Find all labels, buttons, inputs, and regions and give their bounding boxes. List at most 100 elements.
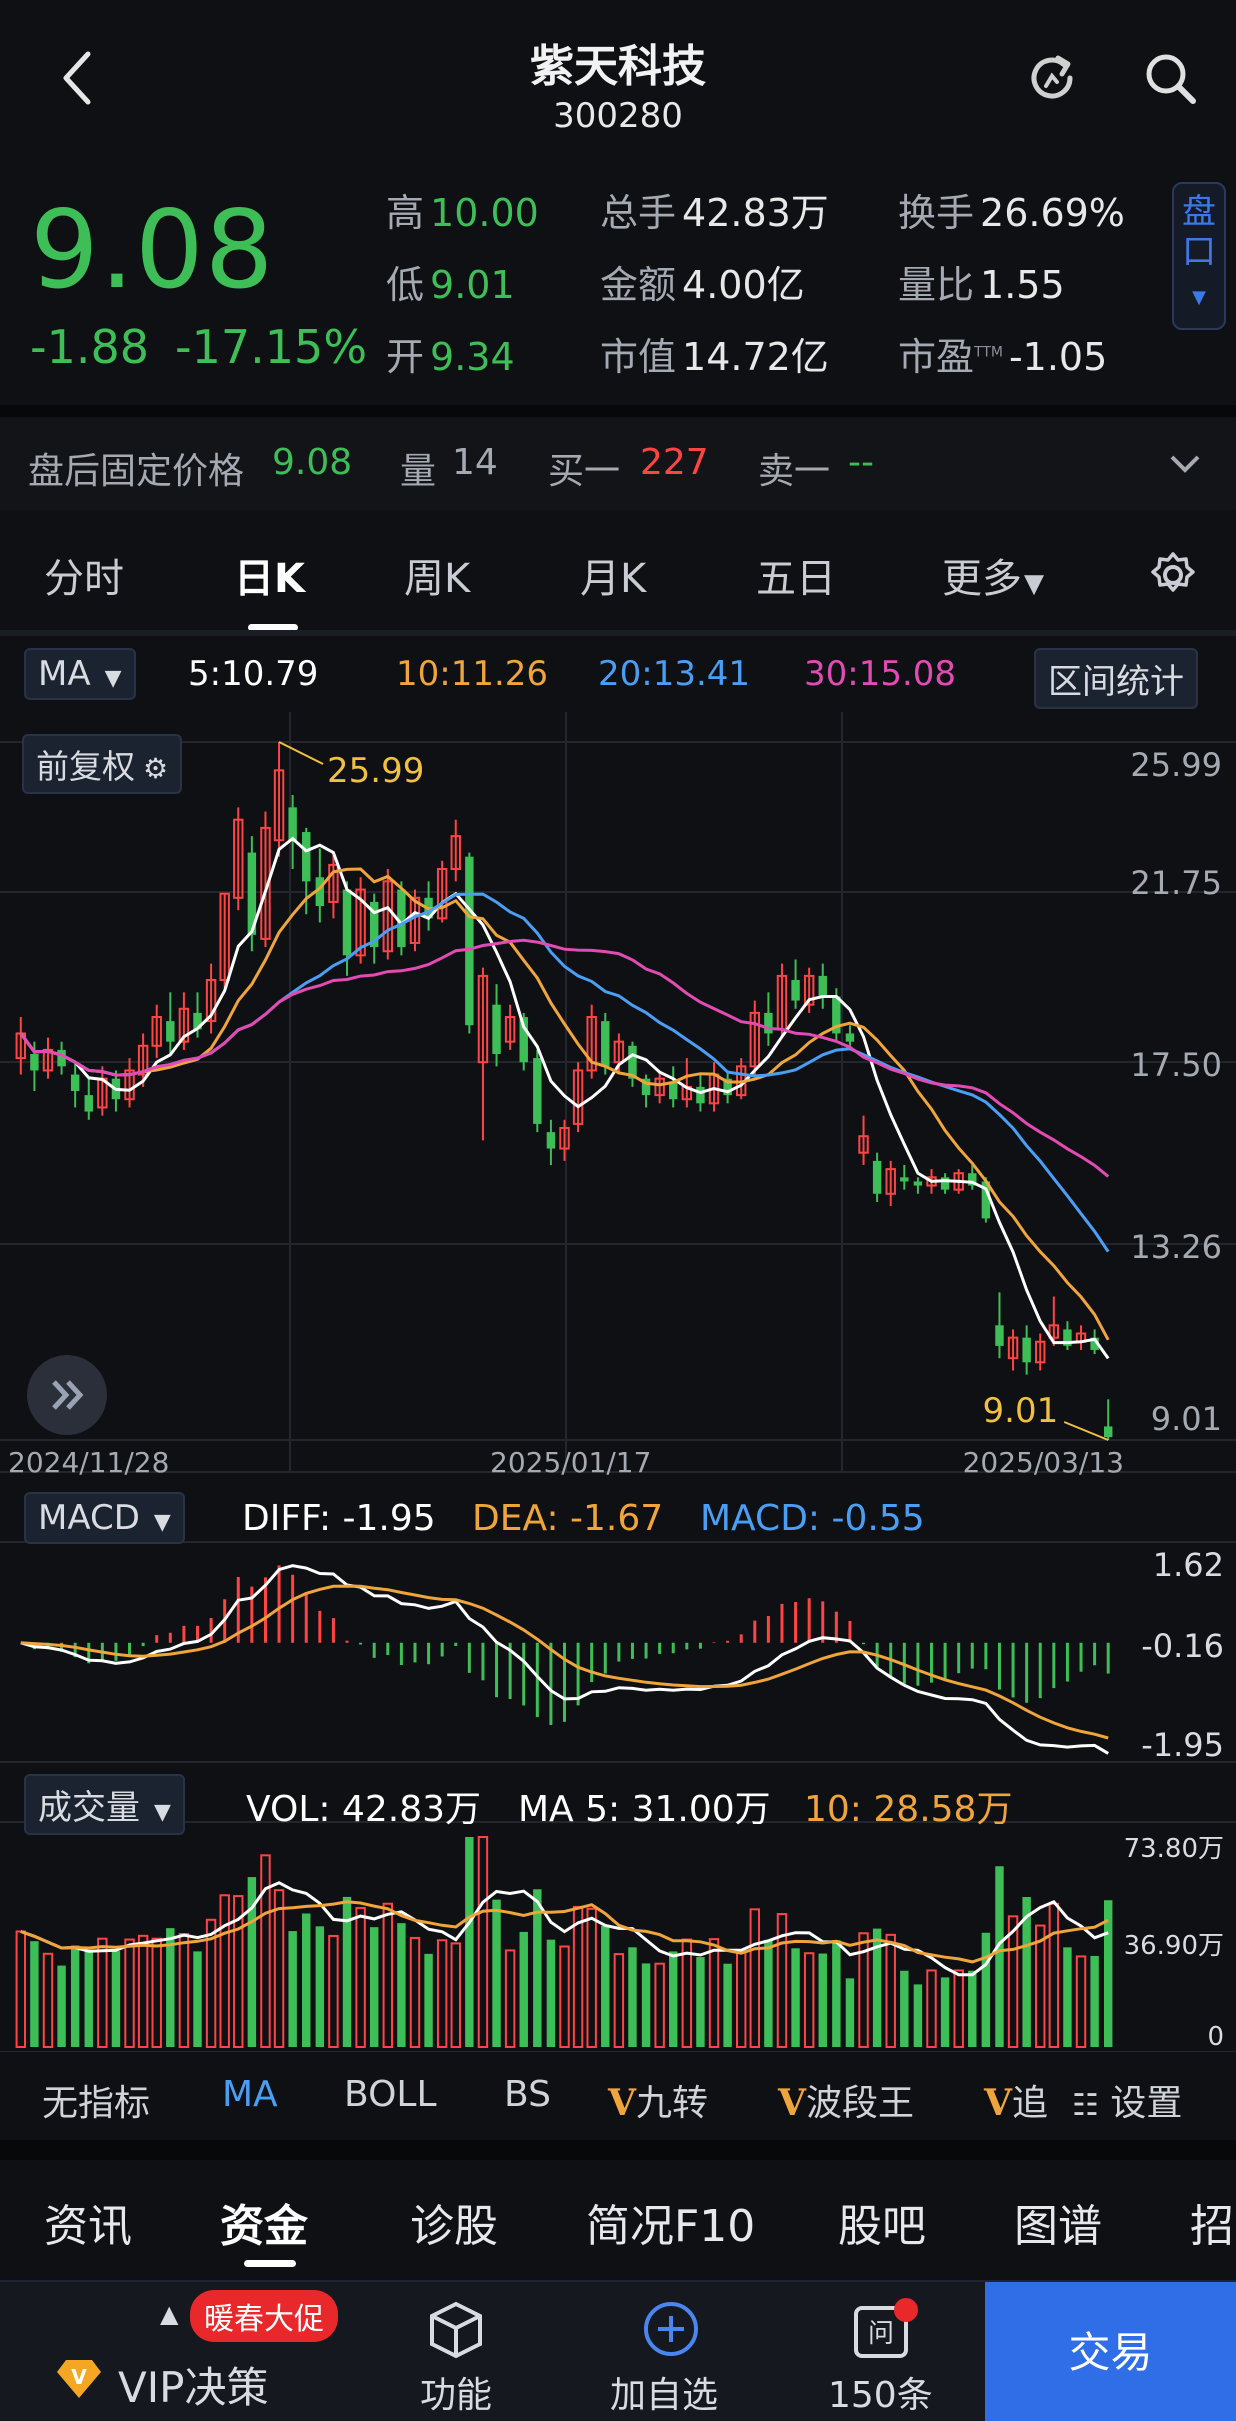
tab-daily-k[interactable]: 日K xyxy=(234,546,305,604)
messages-button[interactable]: 问 150条 xyxy=(810,2282,970,2421)
tab-graph[interactable]: 图谱 xyxy=(1014,2190,1102,2254)
volume-bar xyxy=(613,1953,625,2048)
volume-bar xyxy=(193,1951,202,2047)
volume-bar xyxy=(696,1957,705,2047)
ma-legend-row: MA ▼ 5:10.79 10:11.26 20:13.41 30:15.08 区… xyxy=(0,640,1236,710)
fast-forward-icon[interactable] xyxy=(26,1354,108,1436)
candle-body xyxy=(764,1012,773,1034)
volume-selector[interactable]: 成交量 ▼ xyxy=(24,1774,185,1835)
volume-bar xyxy=(669,1951,678,2047)
tab-five-day[interactable]: 五日 xyxy=(756,546,836,604)
tab-monthly-k[interactable]: 月K xyxy=(580,546,646,604)
tab-intraday[interactable]: 分时 xyxy=(44,546,124,604)
indicator-none[interactable]: 无指标 xyxy=(42,2074,150,2126)
candle-body xyxy=(166,1021,175,1042)
y-tick-label: 9.01 xyxy=(1151,1400,1222,1438)
tab-diagnosis[interactable]: 诊股 xyxy=(410,2190,498,2254)
trade-button[interactable]: 交易 xyxy=(985,2282,1236,2421)
adjust-mode-selector[interactable]: 前复权 ⚙ xyxy=(22,734,183,794)
volume-bar xyxy=(15,1930,27,2049)
tab-more-cut[interactable]: 招 xyxy=(1190,2190,1234,2254)
volume-bar xyxy=(764,1939,773,2047)
kline-chart[interactable]: 1.62 -0.16 -1.95 73.80万 36.90万 0 25.99 21.75 1… xyxy=(0,712,1236,2053)
refresh-icon[interactable] xyxy=(1022,48,1082,108)
volume-bar xyxy=(1048,1902,1060,2049)
date-label: 2024/11/28 xyxy=(8,1446,169,1479)
candle-body xyxy=(995,1325,1004,1346)
volume-bar xyxy=(803,1952,815,2048)
indicator-jiuzhuan[interactable]: V九转 xyxy=(608,2074,708,2126)
candle-body xyxy=(70,1074,80,1091)
ma-selector[interactable]: MA ▼ xyxy=(24,648,136,700)
candle-body xyxy=(288,807,297,841)
volume-bar xyxy=(273,1889,285,2048)
range-stats-button[interactable]: 区间统计 xyxy=(1034,648,1198,709)
indicator-boduanwang[interactable]: V波段王 xyxy=(778,2074,914,2126)
volume-bar xyxy=(723,1963,732,2047)
add-watchlist-button[interactable]: 加自选 xyxy=(590,2282,750,2421)
volume-bar xyxy=(397,1923,406,2047)
divider xyxy=(0,2140,1236,2160)
indicator-boll[interactable]: BOLL xyxy=(344,2074,437,2115)
min-pointer xyxy=(1063,1421,1109,1441)
ma30-value: 30:15.08 xyxy=(804,654,957,694)
macd-diff-value: DIFF: -1.95 xyxy=(242,1498,436,1539)
volume-bar xyxy=(97,1937,108,2048)
volume-bar xyxy=(436,1939,448,2048)
candle-body xyxy=(84,1095,93,1112)
search-icon[interactable] xyxy=(1140,48,1200,108)
volume-ma5-value: MA 5: 31.00万 xyxy=(518,1789,771,1830)
volume-bar xyxy=(1090,1955,1099,2047)
candle-body xyxy=(872,1160,882,1194)
ma5-value: 5:10.79 xyxy=(188,654,319,694)
volume-bar xyxy=(369,1927,379,2047)
volume-bar xyxy=(926,1969,937,2048)
volume-stat: 总手 42.83万 xyxy=(600,191,829,235)
volume-bar xyxy=(601,1925,610,2047)
tab-f10[interactable]: 简况F10 xyxy=(586,2190,755,2254)
volume-bar xyxy=(654,1962,665,2048)
tab-news[interactable]: 资讯 xyxy=(44,2190,132,2254)
volume-bar xyxy=(572,1905,584,2049)
volume-bar xyxy=(953,1969,964,2048)
after-hours-bar[interactable]: 盘后固定价格 9.08 量 14 买一 227 卖一 -- xyxy=(0,418,1236,510)
volume-bar xyxy=(70,1945,80,2047)
active-tab-indicator xyxy=(244,2260,296,2267)
tab-weekly-k[interactable]: 周K xyxy=(404,546,470,604)
volume-bar xyxy=(328,1934,339,2049)
volume-bar xyxy=(151,1937,162,2048)
macd-selector[interactable]: MACD ▼ xyxy=(24,1492,185,1544)
chart-area[interactable]: 1.62 -0.16 -1.95 73.80万 36.90万 0 25.99 21.75 1… xyxy=(0,712,1236,2053)
pankou-button[interactable]: 盘口 ▼ xyxy=(1172,182,1226,330)
volume-bar xyxy=(818,1953,827,2047)
settings-gear-icon[interactable] xyxy=(1148,550,1198,600)
volume-ma10-value: 10: 28.58万 xyxy=(804,1789,1013,1830)
volume-bar xyxy=(137,1934,149,2048)
candle-body xyxy=(845,1033,855,1042)
volume-bar xyxy=(559,1945,570,2049)
vip-button[interactable]: ▲ 暖春大促 V VIP决策 xyxy=(0,2282,355,2421)
indicator-settings[interactable]: ☷ 设置 xyxy=(1072,2074,1182,2126)
tab-forum[interactable]: 股吧 xyxy=(838,2190,926,2254)
function-button[interactable]: 功能 xyxy=(380,2282,530,2421)
high-stat: 高 10.00 xyxy=(386,191,539,235)
price-change: -1.88 -17.15% xyxy=(30,320,368,374)
indicator-row: 无指标 MA BOLL BS V九转 V波段王 V追 ☷ 设置 xyxy=(0,2050,1236,2140)
indicator-ma[interactable]: MA xyxy=(222,2074,278,2115)
tab-funds[interactable]: 资金 xyxy=(220,2190,308,2254)
volume-tick-label: 36.90万 xyxy=(1124,1931,1224,1961)
volume-ma5-line xyxy=(20,1881,1109,1977)
volume-bar xyxy=(124,1938,135,2049)
ma20-value: 20:13.41 xyxy=(598,654,751,694)
indicator-bs[interactable]: BS xyxy=(504,2074,551,2115)
volume-bar xyxy=(409,1936,421,2049)
indicator-zhui[interactable]: V追 xyxy=(984,2074,1048,2126)
volume-bar xyxy=(465,1837,474,2047)
candle-body xyxy=(465,856,474,1026)
chevron-down-icon[interactable] xyxy=(1168,448,1202,478)
volume-bar xyxy=(885,1933,896,2048)
y-tick-label: 25.99 xyxy=(1130,746,1222,784)
candle-body xyxy=(1103,1426,1113,1438)
tab-more[interactable]: 更多▼ xyxy=(942,546,1044,604)
volume-bar xyxy=(791,1948,800,2047)
